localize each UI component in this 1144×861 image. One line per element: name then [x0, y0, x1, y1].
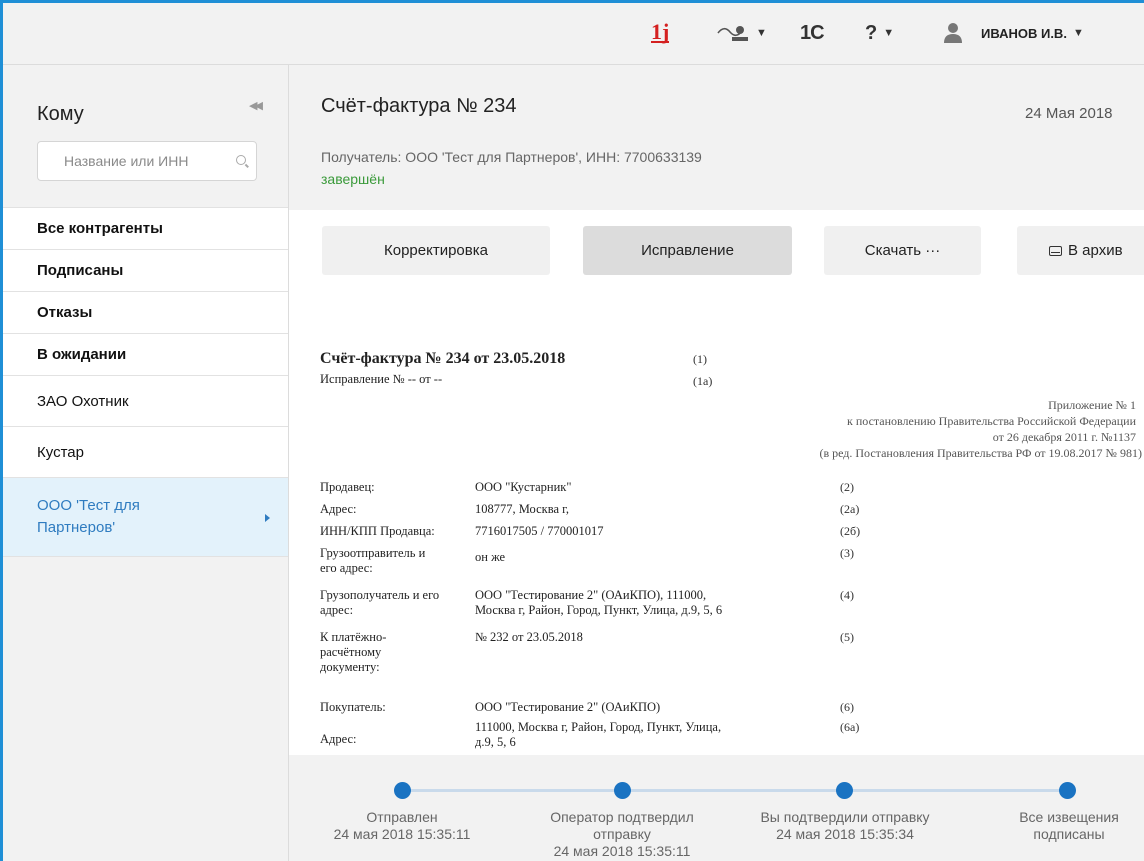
field-value: 108777, Москва г,	[475, 502, 569, 516]
field-label: ИНН/КПП Продавца:	[320, 524, 435, 538]
field-label: К платёжно-расчётному документу:	[320, 630, 387, 674]
field-value: 111000, Москва г, Район, Город, Пункт, У…	[475, 720, 722, 749]
document-recipient: Получатель: ООО 'Тест для Партнеров', ИН…	[321, 149, 702, 165]
chevron-down-icon: ▼	[1072, 27, 1084, 39]
field-label: Грузополучатель и его адрес:	[320, 588, 440, 617]
timeline-step: Вы подтвердили отправку 24 мая 2018 15:35…	[760, 809, 930, 842]
timeline-step: Оператор подтвердил отправку 24 мая 2018 1…	[550, 809, 694, 859]
timeline-dot	[394, 782, 411, 799]
sidebar-item-rejected[interactable]: Отказы	[3, 291, 288, 333]
status-badge: завершён	[321, 171, 385, 187]
download-button[interactable]: Скачать ···	[824, 226, 981, 275]
invoice-title-num: (1)	[693, 352, 707, 366]
sidebar-item-pending[interactable]: В ожидании	[3, 333, 288, 375]
field-label: Грузоотправитель и его адрес:	[320, 546, 426, 575]
search-box[interactable]	[37, 141, 257, 181]
sidebar-item-label: В ожидании	[37, 346, 127, 363]
top-bar: 1j ▼ 1С ? ▼ ИВАНОВ И.В. ▼	[3, 3, 1144, 65]
field-value: 7716017505 / 770001017	[475, 524, 604, 538]
sidebar-item-all[interactable]: Все контрагенты	[3, 207, 288, 249]
sidebar-item-label: Подписаны	[37, 262, 124, 279]
chevron-right-icon	[265, 514, 270, 522]
search-input[interactable]	[64, 153, 224, 169]
timeline-dot	[836, 782, 853, 799]
collapse-icon[interactable]: ◀◀	[249, 99, 263, 112]
field-label: Адрес:	[320, 502, 357, 516]
timeline-dot	[614, 782, 631, 799]
timeline-dot	[1059, 782, 1076, 799]
sidebar-header: Кому ◀◀	[3, 65, 288, 207]
field-num: (2б)	[840, 524, 861, 538]
signature-icon	[717, 26, 748, 41]
field-num: (6)	[840, 700, 854, 714]
timeline-track	[402, 789, 1070, 792]
chevron-down-icon: ▼	[883, 27, 895, 39]
fix-button[interactable]: Исправление	[583, 226, 792, 275]
field-value: № 232 от 23.05.2018	[475, 630, 583, 644]
field-num: (3)	[840, 546, 854, 560]
field-num: (5)	[840, 630, 854, 644]
correction-button[interactable]: Корректировка	[322, 226, 550, 275]
archive-icon	[1049, 245, 1062, 256]
page-title: Счёт-фактура № 234	[321, 95, 517, 117]
invoice-preview: Счёт-фактура № 234 от 23.05.2018 (1) Исп…	[289, 300, 1144, 755]
help-icon: ?	[865, 21, 878, 44]
field-num: (6а)	[840, 720, 860, 734]
field-value: ООО "Кустарник"	[475, 480, 572, 494]
sidebar-item-label: Отказы	[37, 304, 93, 321]
field-num: (4)	[840, 588, 854, 602]
sidebar-item-test-partners[interactable]: ООО 'Тест для Партнеров'	[3, 477, 288, 556]
invoice-fix-line: Исправление № -- от --	[320, 372, 443, 386]
logo-1j-icon[interactable]: 1j	[651, 21, 670, 45]
user-menu[interactable]: ИВАНОВ И.В. ▼	[943, 21, 1084, 45]
sidebar-item-label: ООО 'Тест для Партнеров'	[37, 497, 140, 536]
field-label: Продавец:	[320, 480, 375, 494]
sidebar-item-label: ЗАО Охотник	[37, 392, 129, 410]
action-bar: Корректировка Исправление Скачать ··· В …	[289, 210, 1144, 300]
sidebar-item-label: Все контрагенты	[37, 220, 163, 237]
field-num: (2)	[840, 480, 854, 494]
document-header: Счёт-фактура № 234 24 Мая 2018 Получател…	[289, 65, 1144, 210]
sidebar: Кому ◀◀ Все контрагенты Подписаны Отказы…	[3, 65, 289, 861]
user-name: ИВАНОВ И.В.	[981, 25, 1067, 41]
document-date: 24 Мая 2018	[1025, 105, 1113, 122]
timeline-step: Все извещения подписаны	[1019, 809, 1119, 842]
invoice-appendix: Приложение № 1 к постановлению Правитель…	[819, 398, 1142, 460]
archive-label: В архив	[1068, 242, 1123, 259]
sidebar-item-kustar[interactable]: Кустар	[3, 426, 288, 477]
chevron-down-icon: ▼	[756, 27, 767, 39]
sidebar-title: Кому	[37, 103, 84, 125]
help-menu[interactable]: ? ▼	[865, 21, 894, 45]
invoice-fix-num: (1а)	[693, 374, 713, 388]
field-label: Адрес:	[320, 732, 357, 746]
onec-icon[interactable]: 1С	[800, 21, 825, 45]
field-num: (2а)	[840, 502, 860, 516]
field-label: Покупатель:	[320, 700, 386, 714]
sidebar-item-label: Кустар	[37, 443, 84, 461]
field-value: он же	[475, 550, 506, 564]
signature-menu[interactable]: ▼	[716, 21, 767, 45]
field-value: ООО "Тестирование 2" (ОАиКПО), 111000, Мо…	[475, 588, 723, 617]
status-timeline: Отправлен 24 мая 2018 15:35:11 Оператор п…	[289, 755, 1144, 861]
timeline-step: Отправлен 24 мая 2018 15:35:11	[333, 809, 471, 842]
invoice-title: Счёт-фактура № 234 от 23.05.2018	[320, 350, 566, 367]
sidebar-item-zao-okhotnik[interactable]: ЗАО Охотник	[3, 375, 288, 426]
user-icon	[944, 23, 962, 43]
contractor-list: Все контрагенты Подписаны Отказы В ожида…	[3, 207, 288, 557]
field-value: ООО "Тестирование 2" (ОАиКПО)	[475, 700, 661, 714]
archive-button[interactable]: В архив	[1017, 226, 1144, 275]
sidebar-item-signed[interactable]: Подписаны	[3, 249, 288, 291]
search-icon[interactable]	[236, 155, 246, 165]
